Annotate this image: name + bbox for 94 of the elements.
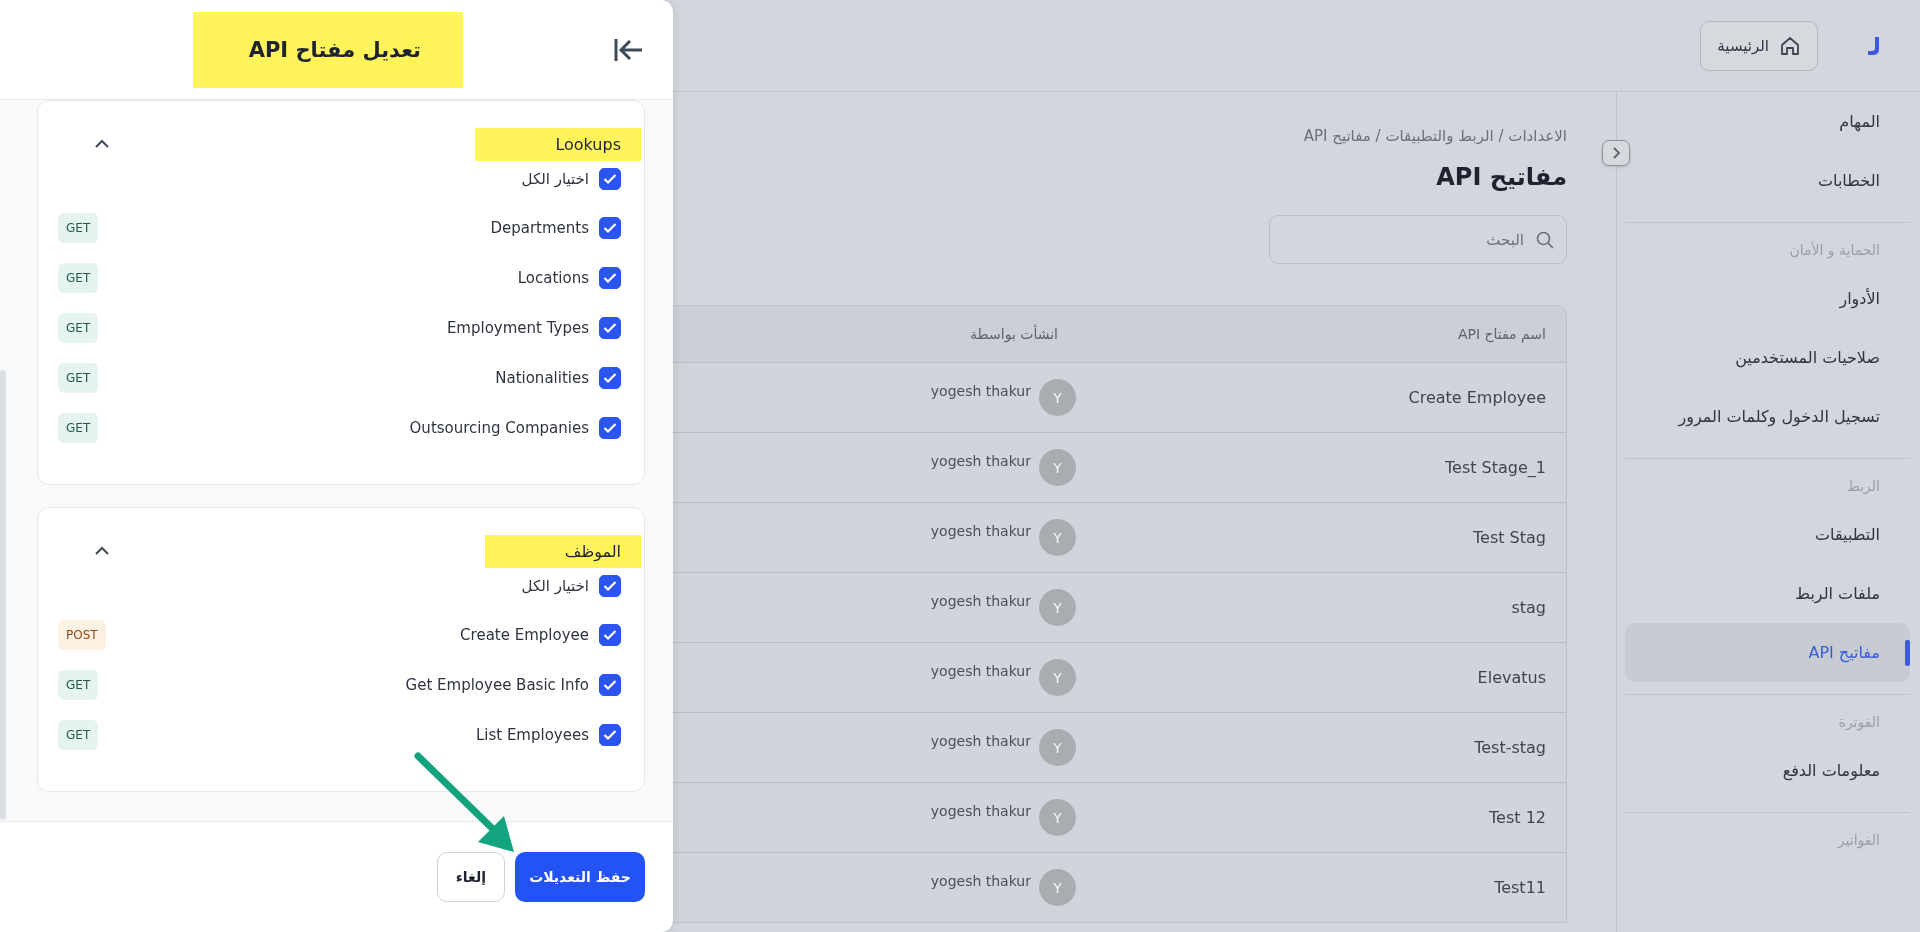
avatar: Y (1039, 449, 1076, 486)
checkbox[interactable] (599, 317, 621, 339)
sidebar-item[interactable]: الأدوار (1625, 269, 1910, 328)
table-cell: yogesh thakur (930, 452, 1031, 469)
home-button[interactable]: الرئيسية (1700, 20, 1818, 71)
table-cell: yogesh thakur (930, 662, 1031, 679)
page-title: مفاتيح API (1436, 163, 1567, 193)
table-cell: yogesh thakur (930, 872, 1031, 889)
table-cell: yogesh thakur (930, 592, 1031, 609)
sidebar-item[interactable]: التطبيقات (1625, 505, 1910, 564)
check-icon (603, 629, 617, 641)
checkbox[interactable] (599, 417, 621, 439)
checkbox[interactable] (599, 217, 621, 239)
table-cell-text: Test Stage_1 (1445, 458, 1547, 477)
checkbox[interactable] (599, 674, 621, 696)
home-icon (1779, 34, 1801, 57)
breadcrumb: الاعدادات / الربط والتطبيقات / مفاتيح API (1303, 127, 1567, 147)
check-icon (603, 422, 617, 434)
endpoint-label: Employment Types (446, 319, 589, 337)
checkbox[interactable] (599, 168, 621, 190)
checkbox[interactable] (599, 724, 621, 746)
sidebar-item[interactable]: ملفات الربط (1625, 564, 1910, 623)
checkbox[interactable] (599, 367, 621, 389)
check-icon (603, 173, 617, 185)
section-title: الموظف (484, 534, 641, 568)
table-cell-text: Create Employee (1408, 388, 1547, 407)
avatar: Y (1039, 729, 1076, 766)
check-icon (603, 272, 617, 284)
avatar: Y (1039, 869, 1076, 906)
search-field[interactable]: البحث (1269, 215, 1567, 264)
endpoint-label: Departments (490, 219, 589, 237)
search-icon (1535, 230, 1555, 250)
sidebar-item[interactable]: مفاتيح API (1625, 623, 1910, 682)
checkbox[interactable] (599, 624, 621, 646)
endpoint-label: Nationalities (495, 369, 589, 387)
check-icon (603, 222, 617, 234)
avatar: Y (1039, 659, 1076, 696)
table-cell: yogesh thakur (930, 732, 1031, 749)
table-cell-text: Test-stag (1474, 738, 1547, 757)
check-icon (603, 580, 617, 592)
sidebar-toggle-button[interactable] (1602, 140, 1630, 166)
sidebar-item[interactable]: معلومات الدفع (1625, 741, 1910, 800)
avatar: Y (1039, 519, 1076, 556)
column-header: انشأت بواسطة (970, 326, 1059, 342)
method-badge: POST (58, 620, 106, 650)
method-badge: GET (58, 263, 99, 293)
cancel-button[interactable]: إلغاء (436, 852, 505, 902)
method-badge: GET (58, 413, 99, 443)
endpoint-label: Outsourcing Companies (409, 419, 589, 437)
logo-icon[interactable] (1866, 34, 1880, 57)
method-badge: GET (58, 363, 99, 393)
table-cell-text: Test Stag (1473, 528, 1547, 547)
avatar: Y (1039, 589, 1076, 626)
chevron-icon (1611, 146, 1621, 160)
table-cell-text: Test 12 (1489, 808, 1547, 827)
table-cell-text: Elevatus (1477, 668, 1547, 687)
table-cell: yogesh thakur (930, 802, 1031, 819)
check-icon (603, 679, 617, 691)
table-cell-text: stag (1511, 598, 1547, 617)
sidebar-heading: الفوترة (1837, 713, 1881, 733)
save-button[interactable]: حفظ التعديلات (515, 852, 645, 902)
sidebar-heading: الحماية و الأمان (1788, 240, 1881, 261)
sidebar-item[interactable]: المهام (1625, 92, 1910, 151)
endpoint-label: Locations (517, 269, 589, 287)
avatar: Y (1039, 799, 1076, 836)
active-indicator (1905, 640, 1910, 666)
sidebar-heading: الربط (1845, 477, 1881, 496)
sidebar-item[interactable]: تسجيل الدخول وكلمات المرور (1625, 387, 1910, 446)
sidebar-item[interactable]: صلاحيات المستخدمين (1625, 328, 1910, 387)
method-badge: GET (58, 213, 99, 243)
endpoint-label: List Employees (475, 726, 589, 744)
checkbox[interactable] (599, 267, 621, 289)
chevron-icon[interactable] (94, 139, 110, 149)
checkbox[interactable] (599, 575, 621, 597)
checkbox-label: اختيار الكل (521, 577, 589, 595)
column-header: اسم مفتاح API (1457, 326, 1547, 342)
chevron-icon[interactable] (94, 546, 110, 556)
sidebar-heading: الفواتير (1836, 831, 1881, 851)
section-title: Lookups (475, 127, 641, 161)
check-icon (603, 322, 617, 334)
table-cell: yogesh thakur (930, 522, 1031, 539)
endpoint-label: Get Employee Basic Info (405, 676, 589, 694)
drawer-title: تعديل مفتاح API (192, 11, 463, 88)
check-icon (603, 729, 617, 741)
method-badge: GET (58, 670, 99, 700)
check-icon (603, 372, 617, 384)
table-cell: yogesh thakur (930, 382, 1031, 399)
sidebar-item[interactable]: الخطابات (1625, 151, 1910, 210)
method-badge: GET (58, 313, 99, 343)
checkbox-label: اختيار الكل (521, 170, 589, 188)
avatar: Y (1039, 379, 1076, 416)
method-badge: GET (58, 720, 99, 750)
table-cell-text: Test11 (1494, 878, 1547, 897)
endpoint-label: Create Employee (460, 626, 589, 644)
